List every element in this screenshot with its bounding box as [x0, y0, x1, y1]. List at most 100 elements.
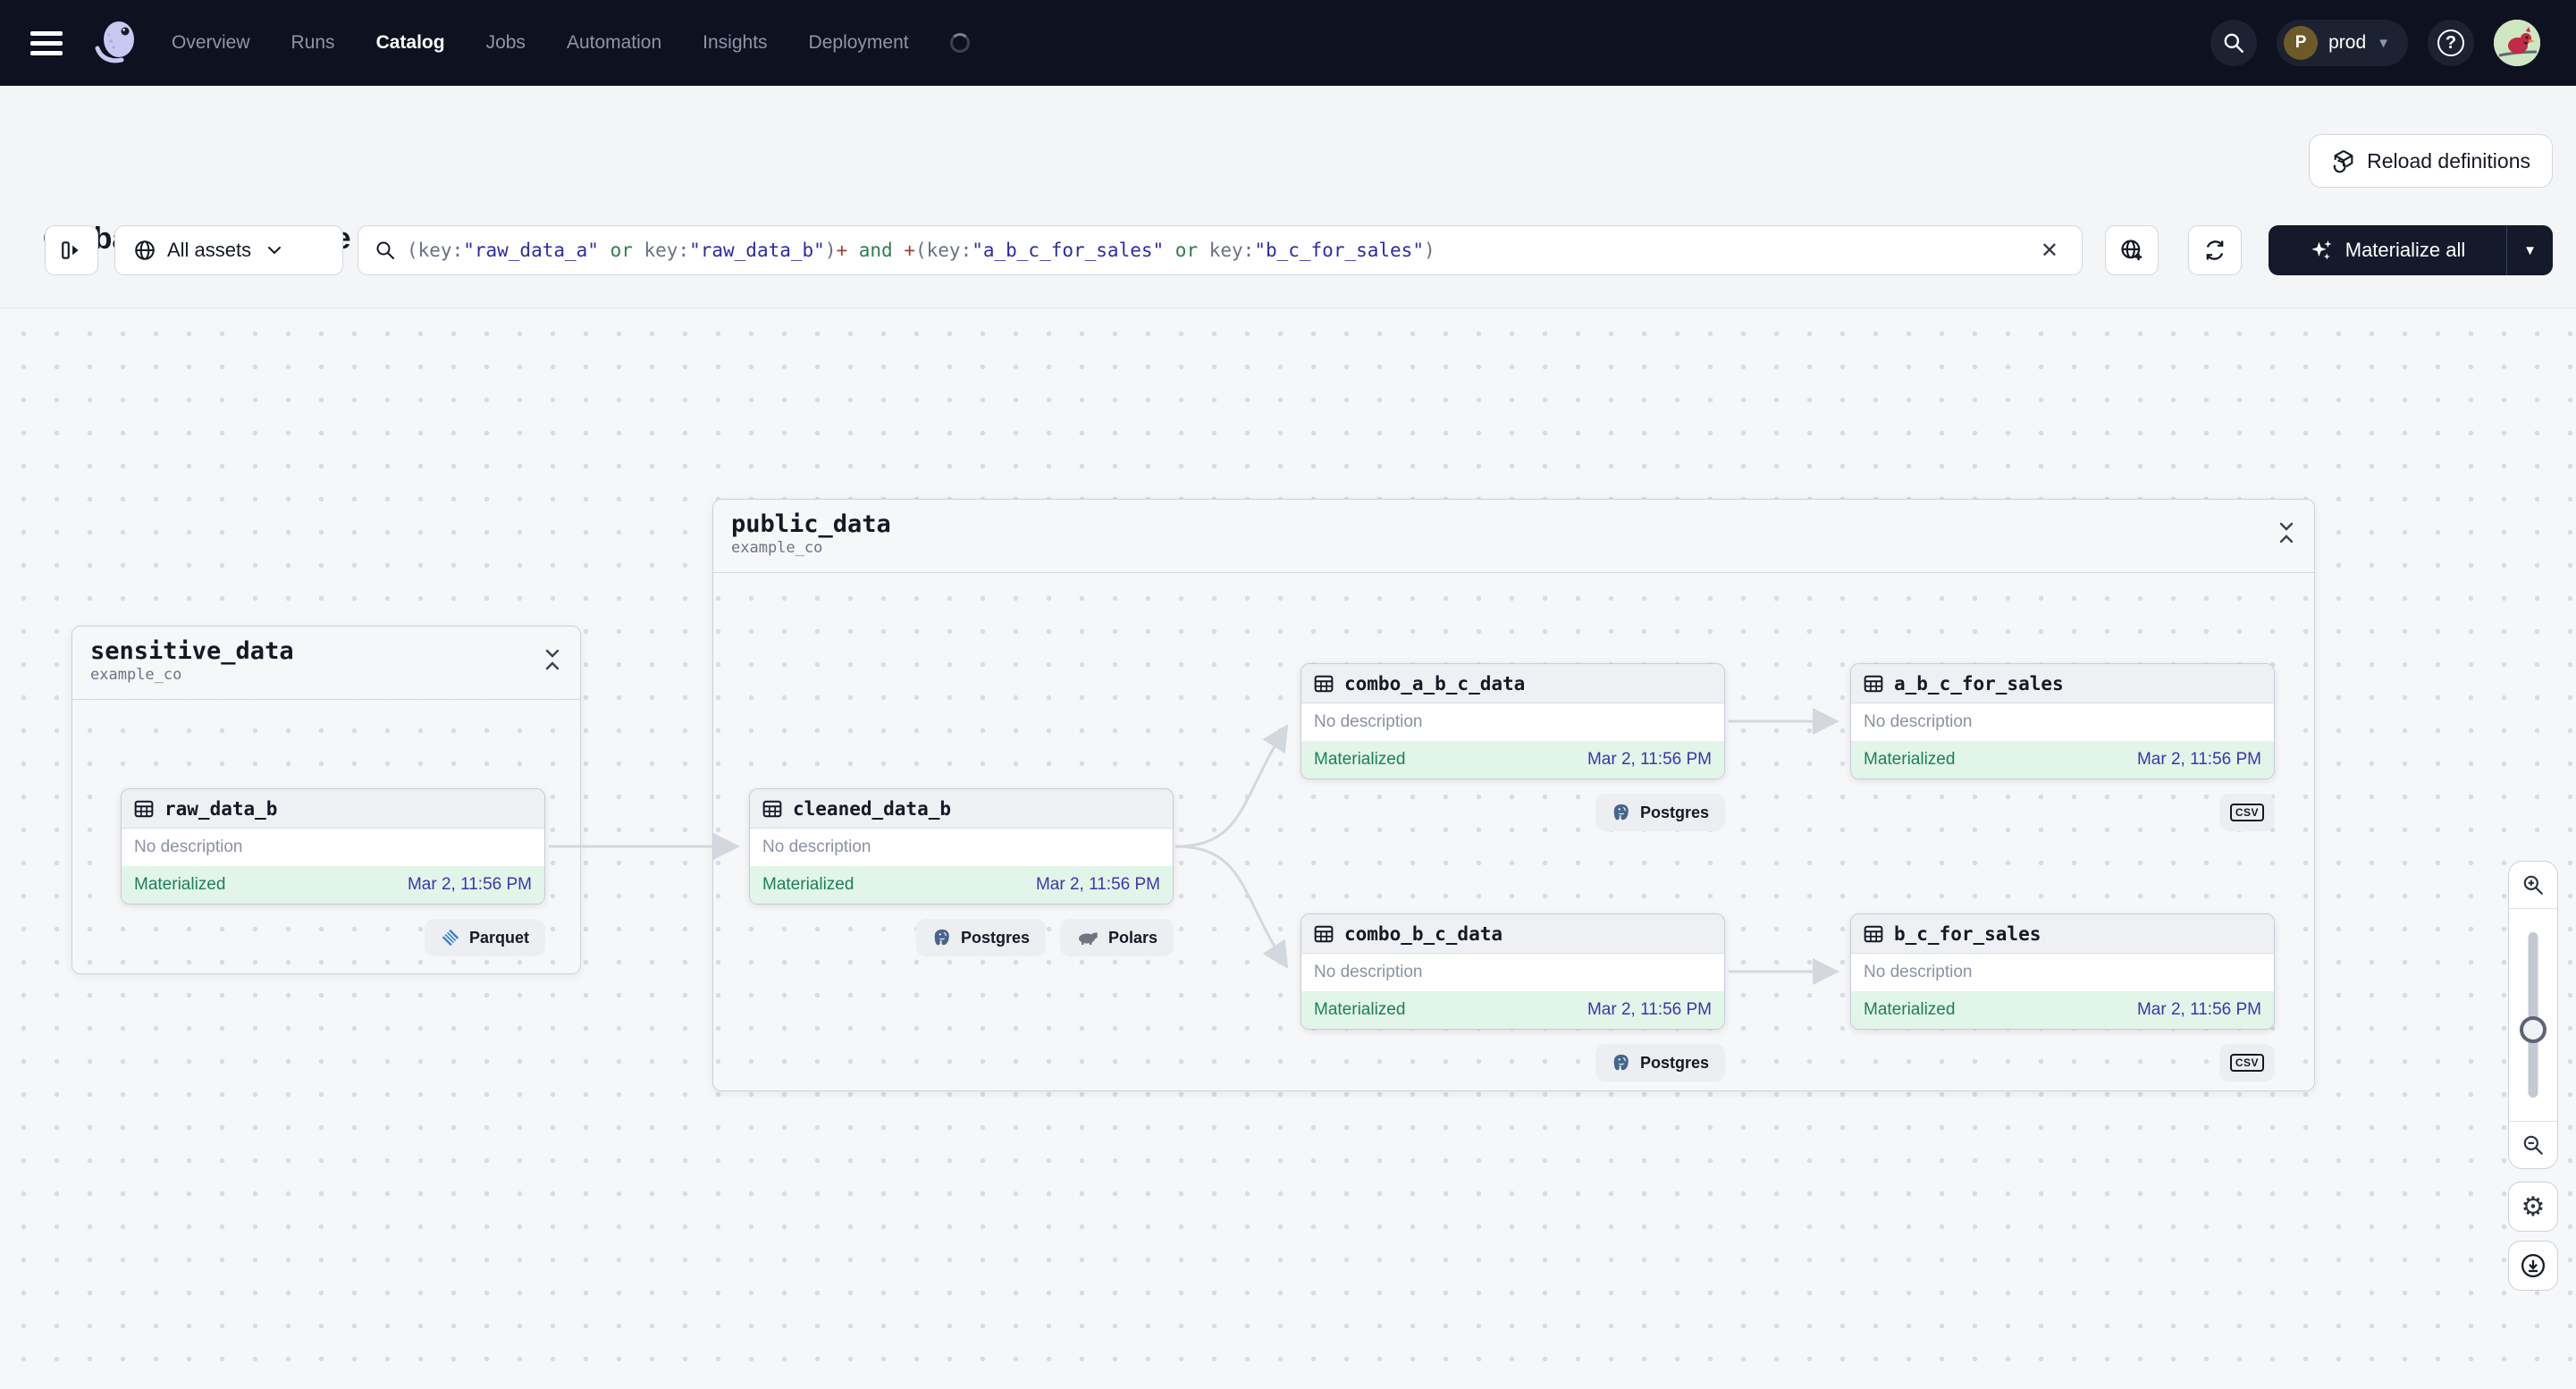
clear-query-button[interactable]: ✕ [2033, 238, 2066, 264]
postgres-icon [934, 929, 949, 946]
asset-description: No description [1301, 954, 1724, 991]
asset-name: raw_data_b [164, 797, 278, 820]
asset-status-row[interactable]: Materialized Mar 2, 11:56 PM [1851, 741, 2274, 779]
chevron-down-icon [268, 247, 282, 255]
zoom-slider-thumb[interactable] [2520, 1016, 2547, 1043]
parquet-icon [442, 929, 459, 947]
materialization-timestamp[interactable]: Mar 2, 11:56 PM [1587, 1000, 1712, 1020]
panel-toggle-icon [62, 241, 79, 259]
table-icon [1314, 675, 1334, 692]
kind-badge-label: Polars [1107, 928, 1158, 947]
status-badge: Materialized [1314, 750, 1406, 769]
polars-icon [1078, 932, 1098, 945]
top-navigation-bar: Overview Runs Catalog Jobs Automation In… [0, 0, 2576, 86]
nav-insights[interactable]: Insights [703, 32, 767, 54]
zoom-slider[interactable] [2509, 909, 2557, 1121]
asset-status-row[interactable]: Materialized Mar 2, 11:56 PM [122, 866, 544, 904]
help-button[interactable]: ? [2428, 20, 2474, 66]
asset-node-raw-data-b[interactable]: raw_data_b No description Materialized M… [121, 788, 545, 905]
view-graph-options-button[interactable] [2105, 225, 2159, 275]
deployment-switcher[interactable]: P prod ▼ [2277, 20, 2408, 66]
materialize-all-button[interactable]: Materialize all [2269, 238, 2506, 263]
globe-add-icon [2121, 240, 2142, 261]
asset-node-cleaned-data-b[interactable]: cleaned_data_b No description Materializ… [749, 788, 1174, 905]
zoom-out-icon [2523, 1135, 2543, 1155]
materialize-all-split-button: Materialize all ▼ [2269, 225, 2553, 275]
kind-badge-polars[interactable]: Polars [1059, 919, 1174, 956]
materialization-timestamp[interactable]: Mar 2, 11:56 PM [2137, 1000, 2261, 1020]
lineage-graph-canvas[interactable]: sensitive_data example_co public_data ex… [0, 308, 2576, 1389]
kind-badge-label: Postgres [1639, 1053, 1709, 1072]
nav-runs[interactable]: Runs [291, 32, 335, 54]
kind-badge-parquet[interactable]: Parquet [424, 919, 545, 956]
kind-badge-csv[interactable]: CSV [2218, 1044, 2275, 1082]
query-token: + [836, 240, 848, 261]
query-token: "raw_data_b" [689, 240, 825, 261]
refresh-icon [2206, 240, 2224, 260]
zoom-out-button[interactable] [2509, 1121, 2557, 1168]
user-avatar[interactable] [2494, 20, 2540, 66]
asset-name: cleaned_data_b [793, 797, 952, 820]
table-icon [1314, 925, 1334, 942]
csv-icon: CSV [2229, 1054, 2264, 1072]
asset-node-b-c-for-sales[interactable]: b_c_for_sales No description Materialize… [1850, 913, 2275, 1030]
graph-settings-button[interactable]: ⚙ [2508, 1182, 2558, 1232]
kind-badge-postgres[interactable]: Postgres [1595, 1044, 1725, 1082]
open-sidebar-button[interactable] [45, 225, 98, 275]
global-search-button[interactable] [2210, 20, 2258, 66]
reload-definitions-button[interactable]: Reload definitions [2309, 134, 2553, 188]
primary-nav: Overview Runs Catalog Jobs Automation In… [172, 32, 970, 54]
materialize-all-label: Materialize all [2344, 239, 2466, 261]
globe-icon [135, 240, 155, 260]
download-icon [2521, 1254, 2545, 1277]
zoom-in-button[interactable] [2509, 862, 2557, 909]
kind-badge-csv[interactable]: CSV [2218, 794, 2275, 831]
query-token: or [598, 240, 644, 261]
nav-deployment[interactable]: Deployment [809, 32, 909, 54]
nav-overview[interactable]: Overview [172, 32, 250, 54]
asset-status-row[interactable]: Materialized Mar 2, 11:56 PM [1851, 991, 2274, 1029]
table-icon [134, 800, 154, 817]
query-token: key: [1208, 240, 1255, 261]
materialization-timestamp[interactable]: Mar 2, 11:56 PM [1587, 750, 1712, 770]
zoom-slider-track[interactable] [2528, 932, 2538, 1098]
nav-automation[interactable]: Automation [567, 32, 661, 54]
kind-badge-postgres[interactable]: Postgres [1595, 794, 1725, 831]
status-badge: Materialized [762, 875, 854, 894]
asset-description: No description [1851, 954, 2274, 991]
csv-icon: CSV [2229, 804, 2264, 821]
asset-scope-dropdown[interactable]: All assets [114, 225, 343, 275]
asset-node-combo-b-c-data[interactable]: combo_b_c_data No description Materializ… [1301, 913, 1725, 1030]
page-header: Global Asset Lineage Reload definitions … [0, 86, 2576, 308]
cardinal-bird-image [2494, 20, 2540, 66]
asset-status-row[interactable]: Materialized Mar 2, 11:56 PM [1301, 991, 1724, 1029]
query-token: or [1164, 240, 1209, 261]
chevron-down-icon: ▼ [2377, 35, 2390, 51]
table-icon [1864, 675, 1883, 692]
refresh-button[interactable] [2188, 225, 2242, 275]
asset-status-row[interactable]: Materialized Mar 2, 11:56 PM [1301, 741, 1724, 779]
query-token: "a_b_c_for_sales" [972, 240, 1165, 261]
asset-scope-label: All assets [167, 239, 252, 261]
materialization-timestamp[interactable]: Mar 2, 11:56 PM [408, 875, 532, 895]
materialization-timestamp[interactable]: Mar 2, 11:56 PM [1036, 875, 1160, 895]
search-icon [2224, 33, 2244, 53]
asset-status-row[interactable]: Materialized Mar 2, 11:56 PM [750, 866, 1173, 904]
status-badge: Materialized [1314, 1000, 1406, 1019]
nav-catalog[interactable]: Catalog [376, 32, 445, 54]
download-graph-button[interactable] [2508, 1241, 2558, 1291]
asset-node-combo-a-b-c-data[interactable]: combo_a_b_c_data No description Material… [1301, 663, 1725, 779]
asset-selection-query[interactable]: (key:"raw_data_a" or key:"raw_data_b")+ … [407, 240, 2033, 261]
asset-node-a-b-c-for-sales[interactable]: a_b_c_for_sales No description Materiali… [1850, 663, 2275, 779]
question-mark-icon: ? [2437, 29, 2464, 56]
asset-selection-input[interactable]: (key:"raw_data_a" or key:"raw_data_b")+ … [358, 225, 2083, 275]
hamburger-menu-icon[interactable] [13, 0, 80, 86]
nav-jobs[interactable]: Jobs [486, 32, 526, 54]
query-token: (key: [407, 240, 464, 261]
materialize-options-caret[interactable]: ▼ [2506, 225, 2553, 275]
materialization-timestamp[interactable]: Mar 2, 11:56 PM [2137, 750, 2261, 770]
table-icon [1864, 925, 1883, 942]
reload-package-icon [2333, 150, 2353, 173]
kind-badge-postgres[interactable]: Postgres [915, 919, 1046, 956]
dagster-logo[interactable] [89, 14, 147, 72]
